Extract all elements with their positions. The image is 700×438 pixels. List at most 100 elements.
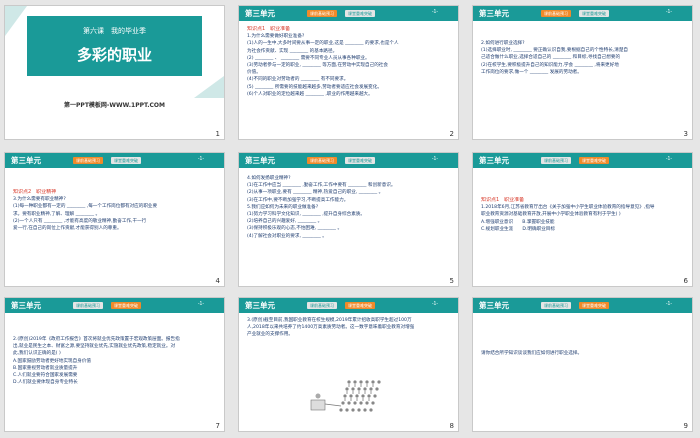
slide-number: 1	[215, 130, 220, 138]
slide-thumbnail-1[interactable]: 第六课 我的毕业季 多彩的职业 第一PPT模板网-WWW.1PPT.COM 1	[5, 6, 224, 139]
text-line: B.国家重视劳动者就业质量提升	[13, 365, 78, 371]
slide-header: 第三单元 课前基础预习 课堂重难突破 -1-	[473, 6, 692, 21]
unit-label: 第三单元	[245, 156, 275, 165]
text-line: (6)个人对职业的定位越来越 ________ ,职业的作用越来越大。	[247, 91, 373, 97]
text-line: (1)人的一生中,大多时间要从事一定的职业,这是 ________ 的要求,也是…	[247, 41, 399, 47]
tab-classroom: 课堂重难突破	[111, 302, 141, 309]
slide-body: 请你结合所学知识谈谈我们应如何进行职业选择。	[481, 350, 684, 357]
text-line: (2)从事一项职业,要有 ________ 精神,热爱自己的职业, ______…	[247, 190, 384, 196]
slide-thumbnail-8[interactable]: 第三单元 课前基础预习 课堂重难突破 -1- 3.(原创)截至目前,我国职业教育…	[239, 298, 458, 431]
text-line: (2) ________ 、 ________ 需要不同专业人员从事各种职业。	[247, 55, 370, 61]
text-line: 3.为什么需要有职业精神?	[13, 197, 66, 203]
text-line: (4)了解社会对职业的要求, ________ 。	[247, 233, 327, 239]
slide-body: 2.(原创)2019年《政府工作报告》首次将就业优先政策置于宏观政策层面。报告指…	[13, 336, 216, 386]
header-page: -1-	[197, 301, 204, 307]
text-line: (5) ________ 所需要的技能越来越多,劳动者要适应社会发展变化。	[247, 84, 382, 90]
tab-preview: 课前基础预习	[73, 302, 103, 309]
unit-label: 第三单元	[479, 9, 509, 18]
text-line: C.人们就业要符合国家发展需要	[13, 373, 78, 379]
text-line: A.国家鼓励劳动者更好地实现自身价值	[13, 358, 92, 364]
slide-number: 2	[449, 130, 454, 138]
slide-number: 3	[683, 130, 688, 138]
header-page: -1-	[431, 156, 438, 162]
slide-title: 多彩的职业	[76, 46, 152, 64]
header-page: -1-	[665, 9, 672, 15]
tab-classroom: 课堂重难突破	[345, 157, 375, 164]
text-line: A.增强职业意识 B.掌握职业技能	[481, 219, 555, 225]
slide-thumbnail-9[interactable]: 第三单元 课前基础预习 课堂重难突破 -1- 请你结合所学知识谈谈我们应如何进行…	[473, 298, 692, 431]
header-page: -1-	[665, 156, 672, 162]
text-line: 为社会作贡献、实现 ________ 的基本路径。	[247, 48, 338, 54]
slide-header: 第三单元 课前基础预习 课堂重难突破 -1-	[239, 6, 458, 21]
tab-classroom: 课堂重难突破	[345, 10, 375, 17]
slide-thumbnail-6[interactable]: 第三单元 课前基础预习 课堂重难突破 -1- 知识点1 职业准备 1.2018年…	[473, 153, 692, 286]
section-label: 知识点1 职业准备	[481, 197, 525, 203]
decorative-triangle	[194, 76, 224, 98]
text-line: (4)不同的职业对劳动者的 ________ 有不同要求。	[247, 77, 349, 83]
text-line: 2.如何进行职业选择?	[481, 41, 525, 46]
text-line: 工作岗位的要求,做一个 ________ 发展的劳动者。	[481, 69, 582, 75]
tab-preview: 课前基础预习	[541, 302, 571, 309]
slide-header: 第三单元 课前基础预习 课堂重难突破 -1-	[5, 298, 224, 313]
lesson-label: 第六课 我的毕业季	[83, 27, 146, 35]
tab-preview: 课前基础预习	[307, 10, 337, 17]
text-line: (3)在工作中,要不断加强学习,不断提高工作能力。	[247, 197, 349, 203]
cartoon-illustration	[305, 374, 385, 420]
text-line: (1)每一种职业都有一定的 ________ ,每一个工作岗位都有对应的职业要	[13, 204, 158, 210]
tab-preview: 课前基础预习	[307, 157, 337, 164]
slide-body: 4.如何发扬职业精神? (1)在工作中应当 ________ ,勤奋工作,工作中…	[247, 175, 450, 240]
unit-label: 第三单元	[11, 156, 41, 165]
text-line: 请你结合所学知识谈谈我们应如何进行职业选择。	[481, 351, 583, 356]
text-line: C.规划职业生涯 D.明确职业目标	[481, 226, 555, 232]
slide-thumbnail-5[interactable]: 第三单元 课前基础预习 课堂重难突破 -1- 4.如何发扬职业精神? (1)在工…	[239, 153, 458, 286]
text-line: (2)培养自己的兴趣爱好, ________ 。	[247, 219, 323, 225]
text-line: (3)保持积极乐观的心态,不怕困难, ________ 。	[247, 226, 343, 232]
text-line: 出,就业是民生之本、财富之源,要坚持就业优先,实施就业优先政策,稳定就业。对	[13, 344, 176, 350]
text-line: 1.2018年6月,江苏省教育厅出台《关于加强中小学生职业体验教育的指导意见》,…	[481, 205, 655, 211]
slide-thumbnail-2[interactable]: 第三单元 课前基础预习 课堂重难突破 -1- 知识点1 职业准备 1.为什么需要…	[239, 6, 458, 139]
tab-classroom: 课堂重难突破	[579, 157, 609, 164]
site-watermark: 第一PPT模板网-WWW.1PPT.COM	[64, 102, 165, 109]
slide-body: 知识点1 职业准备 1.为什么需要做好职业准备? (1)人的一生中,大多时间要从…	[247, 26, 450, 98]
text-line: (2)在校学生,要积极提升自己的知识能力,学会 ________ ,将来更好地	[481, 62, 619, 68]
text-line: 人,2018年以来共培养了约1400万高素质劳动者。这一数字意味着职业教育对增强	[247, 325, 415, 331]
header-page: -1-	[431, 301, 438, 307]
tab-classroom: 课堂重难突破	[345, 302, 375, 309]
slide-header: 第三单元 课前基础预习 课堂重难突破 -1-	[473, 153, 692, 168]
tab-preview: 课前基础预习	[541, 10, 571, 17]
unit-label: 第三单元	[245, 9, 275, 18]
tab-preview: 课前基础预习	[73, 157, 103, 164]
header-page: -1-	[197, 156, 204, 162]
slide-thumbnail-7[interactable]: 第三单元 课前基础预习 课堂重难突破 -1- 2.(原创)2019年《政府工作报…	[5, 298, 224, 431]
text-line: 5.我们应如何为未来的职业做准备?	[247, 204, 319, 210]
text-line: 职业教育资源对基础教育开放,开展中小学职业体验教育有利于学生( )	[481, 212, 621, 218]
slide-thumbnail-3[interactable]: 第三单元 课前基础预习 课堂重难突破 -1- 2.如何进行职业选择? (1)选择…	[473, 6, 692, 139]
slide-header: 第三单元 课前基础预习 课堂重难突破 -1-	[473, 298, 692, 313]
header-page: -1-	[431, 9, 438, 15]
tab-classroom: 课堂重难突破	[579, 302, 609, 309]
slide-header: 第三单元 课前基础预习 课堂重难突破 -1-	[239, 298, 458, 313]
tab-preview: 课前基础预习	[307, 302, 337, 309]
text-line: 价值。	[247, 70, 261, 76]
unit-label: 第三单元	[479, 156, 509, 165]
text-line: D.人们就业要体现自身专业特长	[13, 380, 78, 386]
text-line: 己适合做什么职业,选择合适自己的 ________ 和目标,寻找自己想要的	[481, 55, 621, 61]
slide-body: 3.(原创)截至目前,我国职业教育在校生规模,2019年累计招收高职学生超过10…	[247, 317, 450, 339]
decorative-triangle	[5, 6, 27, 36]
section-label: 知识点1 职业准备	[247, 26, 291, 32]
slide-number: 6	[683, 277, 688, 285]
slide-number: 9	[683, 422, 688, 430]
title-panel: 第六课 我的毕业季 多彩的职业	[27, 16, 202, 76]
slide-number: 4	[215, 277, 220, 285]
slide-number: 8	[449, 422, 454, 430]
text-line: 求。要有职业精神,了解、理解 ________ 。	[13, 211, 101, 217]
slide-thumbnail-4[interactable]: 第三单元 课前基础预习 课堂重难突破 -1- 知识点2 职业精神 3.为什么需要…	[5, 153, 224, 286]
slide-body: 2.如何进行职业选择? (1)选择职业时, ________ 要正确认识自我,要…	[481, 40, 684, 76]
slide-body: 知识点2 职业精神 3.为什么需要有职业精神? (1)每一种职业都有一定的 __…	[13, 189, 216, 232]
text-line: 2.(原创)2019年《政府工作报告》首次将就业优先政策置于宏观政策层面。报告指	[13, 337, 180, 342]
text-line: 爱一行,在自己的岗位上作贡献,才能获得别人的尊重。	[13, 226, 122, 232]
text-line: 1.为什么需要做好职业准备?	[247, 34, 305, 40]
header-page: -1-	[665, 301, 672, 307]
tab-preview: 课前基础预习	[541, 157, 571, 164]
section-label: 知识点2 职业精神	[13, 189, 57, 195]
